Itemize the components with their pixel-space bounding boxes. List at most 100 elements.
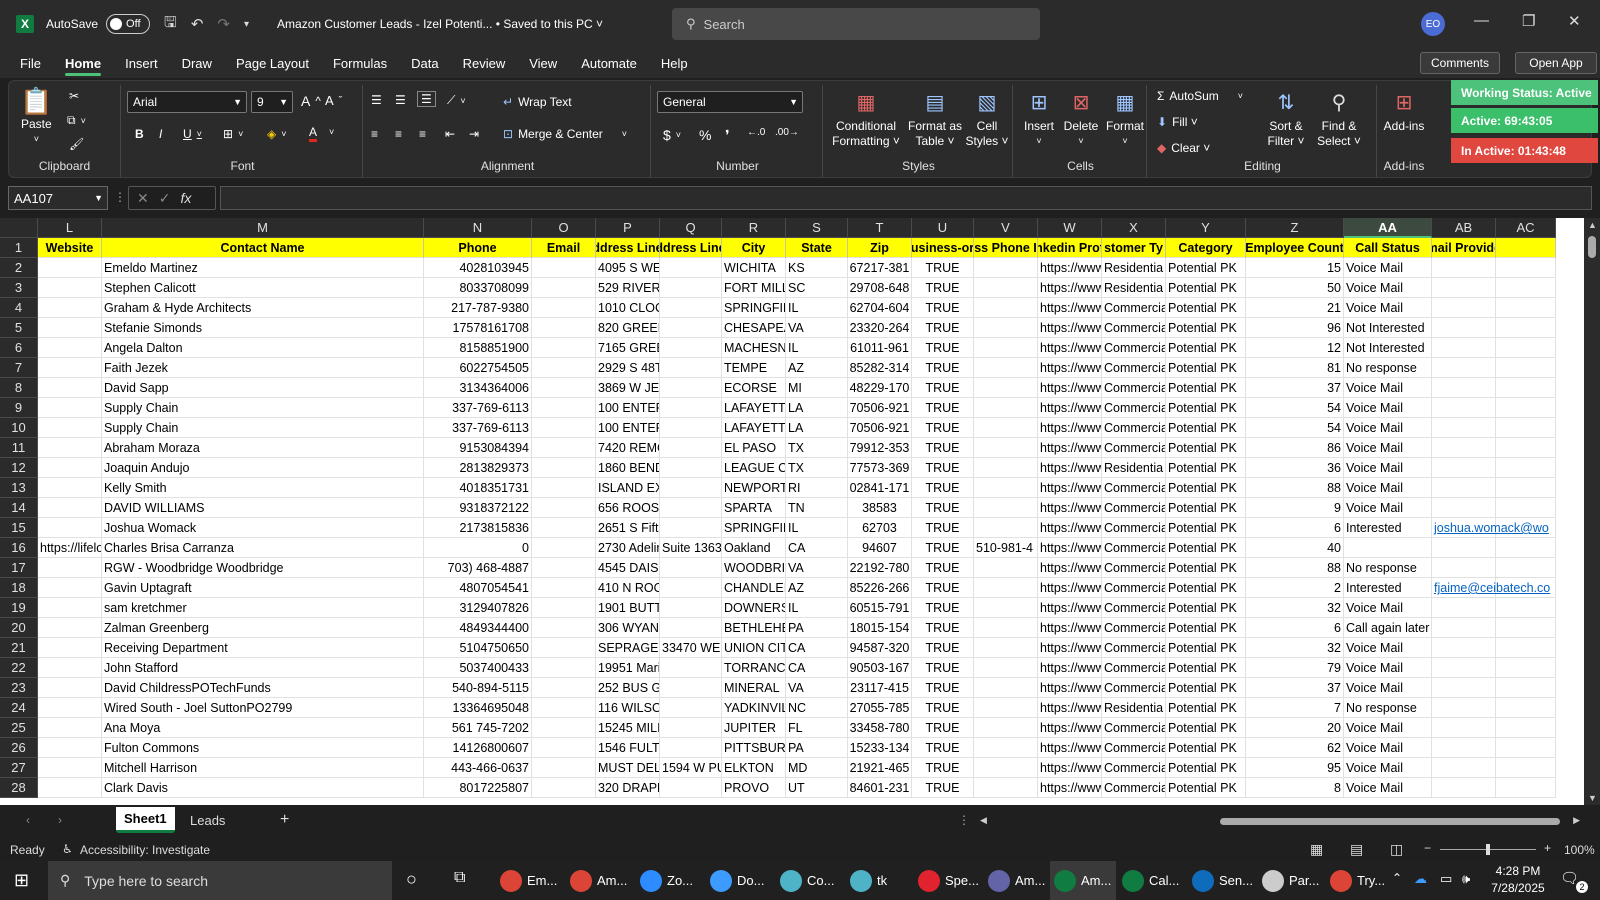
cell[interactable]: 70506-921	[848, 398, 912, 418]
cell[interactable]: 20	[1246, 718, 1344, 738]
cell[interactable]: 1594 W PU	[660, 758, 722, 778]
cell[interactable]: MI	[786, 378, 848, 398]
cell[interactable]	[974, 498, 1038, 518]
cell[interactable]: Potential PK	[1166, 318, 1246, 338]
cell[interactable]: LAFAYETTE	[722, 398, 786, 418]
cell[interactable]: 50	[1246, 278, 1344, 298]
row-header[interactable]: 8	[0, 378, 38, 398]
row-header[interactable]: 1	[0, 238, 38, 258]
cell[interactable]: Commercia	[1102, 438, 1166, 458]
page-layout-view-icon[interactable]: ▤	[1350, 841, 1363, 858]
row-header[interactable]: 17	[0, 558, 38, 578]
cell[interactable]	[1496, 258, 1556, 278]
cell[interactable]: 5037400433	[424, 658, 532, 678]
cell[interactable]: Abraham Moraza	[102, 438, 424, 458]
cell[interactable]	[1432, 358, 1496, 378]
cell[interactable]: RI	[786, 478, 848, 498]
cell[interactable]	[1496, 638, 1556, 658]
column-title[interactable]: ss Phone I	[974, 238, 1038, 258]
cell[interactable]	[1496, 358, 1556, 378]
cell[interactable]: TRUE	[912, 538, 974, 558]
cell[interactable]	[1432, 298, 1496, 318]
cell[interactable]: 306 WYANDOTTE ST	[596, 618, 660, 638]
row-header[interactable]: 7	[0, 358, 38, 378]
taskbar-app[interactable]: Co...	[776, 861, 842, 900]
cell[interactable]: Commercia	[1102, 598, 1166, 618]
cell[interactable]	[974, 478, 1038, 498]
column-title[interactable]: Email	[532, 238, 596, 258]
cell[interactable]	[1432, 398, 1496, 418]
comments-button[interactable]: Comments	[1420, 52, 1500, 74]
taskbar-search-input[interactable]: ⚲ Type here to search	[48, 861, 392, 900]
column-header-z[interactable]: Z	[1246, 218, 1344, 238]
cell[interactable]: Ana Moya	[102, 718, 424, 738]
cell[interactable]: ECORSE	[722, 378, 786, 398]
cell[interactable]: 9153084394	[424, 438, 532, 458]
column-title[interactable]: Zip	[848, 238, 912, 258]
hscroll-thumb[interactable]	[1220, 818, 1560, 825]
cell[interactable]: 8017225807	[424, 778, 532, 798]
avatar[interactable]: EO	[1421, 12, 1445, 36]
cell[interactable]: Voice Mail	[1344, 278, 1432, 298]
bold-icon[interactable]: B	[135, 127, 144, 141]
cell[interactable]: Supply Chain	[102, 418, 424, 438]
cell[interactable]: 2929 S 48TH ST	[596, 358, 660, 378]
cell[interactable]	[1496, 718, 1556, 738]
cell[interactable]: 90503-167	[848, 658, 912, 678]
align-middle-icon[interactable]: ☰	[395, 93, 406, 107]
menu-tab-review[interactable]: Review	[451, 48, 518, 78]
cell[interactable]: TRUE	[912, 298, 974, 318]
row-header[interactable]: 21	[0, 638, 38, 658]
cell[interactable]	[1432, 258, 1496, 278]
cell[interactable]: https://www	[1038, 478, 1102, 498]
cell[interactable]: 2173815836	[424, 518, 532, 538]
cell[interactable]: 217-787-9380	[424, 298, 532, 318]
cell[interactable]: JUPITER	[722, 718, 786, 738]
cell[interactable]: Joaquin Andujo	[102, 458, 424, 478]
cell[interactable]: Potential PK	[1166, 758, 1246, 778]
cell[interactable]: IL	[786, 598, 848, 618]
cell[interactable]	[1496, 418, 1556, 438]
row-header[interactable]: 23	[0, 678, 38, 698]
cell[interactable]: TRUE	[912, 558, 974, 578]
cell[interactable]	[38, 758, 102, 778]
cell[interactable]: DAVID WILLIAMS	[102, 498, 424, 518]
cell[interactable]: 1901 BUTTERFIELD R	[596, 598, 660, 618]
cell[interactable]: Residentia	[1102, 278, 1166, 298]
row-header[interactable]: 9	[0, 398, 38, 418]
cell[interactable]: Potential PK	[1166, 478, 1246, 498]
prev-sheet-icon[interactable]: ‹	[26, 813, 30, 827]
column-header-u[interactable]: U	[912, 218, 974, 238]
cell[interactable]: Emeldo Martinez	[102, 258, 424, 278]
cell[interactable]	[660, 458, 722, 478]
cell[interactable]: 36	[1246, 458, 1344, 478]
cell[interactable]: https://www	[1038, 258, 1102, 278]
menu-tab-file[interactable]: File	[8, 48, 53, 78]
cell[interactable]	[660, 438, 722, 458]
insert-cells-button[interactable]: ⊞ Insert ˅	[1019, 89, 1059, 149]
row-header[interactable]: 12	[0, 458, 38, 478]
cell[interactable]	[660, 578, 722, 598]
cell[interactable]: TRUE	[912, 398, 974, 418]
cell[interactable]: Voice Mail	[1344, 258, 1432, 278]
cell[interactable]: Voice Mail	[1344, 718, 1432, 738]
cell[interactable]: Potential PK	[1166, 518, 1246, 538]
close-icon[interactable]: ✕	[1568, 12, 1581, 30]
column-title[interactable]: stomer Ty	[1102, 238, 1166, 258]
cell[interactable]: 23320-264	[848, 318, 912, 338]
cell[interactable]	[660, 678, 722, 698]
cell[interactable]: 320 DRAPER LN	[596, 778, 660, 798]
cell[interactable]: ISLAND EXPRESS 47	[596, 478, 660, 498]
increase-font-icon[interactable]: A ^	[301, 93, 321, 109]
cell[interactable]: Commercia	[1102, 418, 1166, 438]
cell[interactable]: NEWPORT	[722, 478, 786, 498]
cell[interactable]: TRUE	[912, 498, 974, 518]
cell[interactable]: Potential PK	[1166, 738, 1246, 758]
cell-styles-button[interactable]: ▧ Cell Styles ˅	[965, 89, 1009, 149]
cell[interactable]: 40	[1246, 538, 1344, 558]
row-header[interactable]: 19	[0, 598, 38, 618]
taskbar-app[interactable]: Am...	[984, 861, 1050, 900]
chevron-up-icon[interactable]: ⌃	[1392, 871, 1402, 885]
cell[interactable]	[38, 678, 102, 698]
cell[interactable]: Voice Mail	[1344, 678, 1432, 698]
